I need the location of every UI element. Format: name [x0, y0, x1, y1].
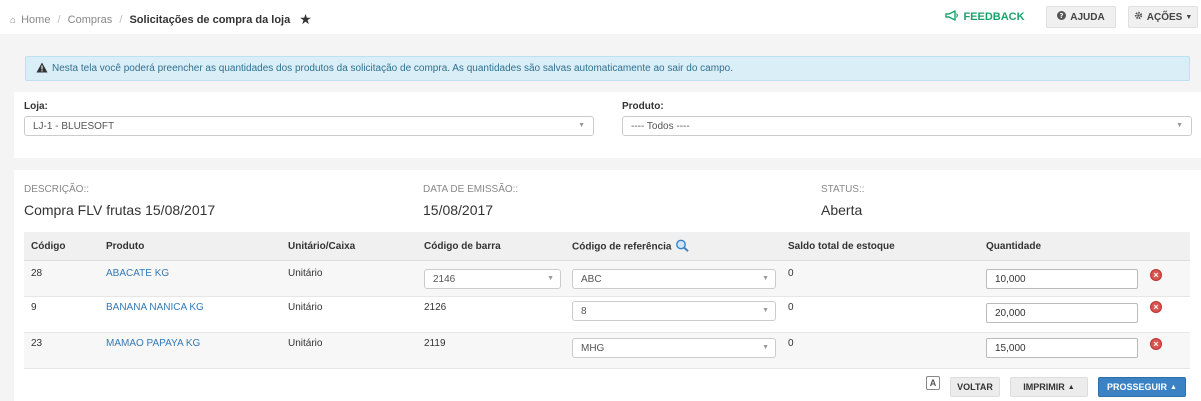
megaphone-icon [945, 10, 959, 24]
chevron-down-icon: ▼ [762, 307, 769, 314]
cell-produto-link[interactable]: BANANA NANICA KG [106, 302, 204, 313]
emissao-label: DATA DE EMISSÃO:: [423, 184, 519, 195]
header-codigo: Código [31, 241, 66, 252]
remove-circle-icon[interactable]: × [1150, 269, 1162, 281]
question-circle-icon: ? [1057, 11, 1067, 23]
actions-label: AÇÕES [1146, 11, 1183, 23]
chevron-down-icon: ▼ [578, 122, 585, 129]
cell-saldo: 0 [788, 338, 794, 349]
help-label: AJUDA [1070, 11, 1105, 23]
header-produto: Produto [106, 241, 145, 252]
cell-codigo: 23 [31, 338, 43, 349]
codigo-referencia-value: 8 [581, 305, 587, 317]
codigo-barra-select[interactable]: 2146 ▼ [424, 269, 561, 289]
prosseguir-dropdown-button[interactable]: PROSSEGUIR ▲ [1098, 377, 1186, 397]
codigo-barra-value: 2146 [433, 273, 456, 285]
loja-select[interactable]: LJ-1 - BLUESOFT ▼ [24, 116, 594, 136]
loja-select-value: LJ-1 - BLUESOFT [33, 120, 115, 132]
info-alert: Nesta tela você poderá preencher as quan… [25, 56, 1190, 81]
cell-saldo: 0 [788, 302, 794, 313]
prosseguir-label: PROSSEGUIR [1107, 382, 1168, 392]
codigo-referencia-select[interactable]: ABC ▼ [572, 269, 776, 289]
chevron-up-icon: ▲ [1170, 383, 1177, 391]
actions-dropdown-button[interactable]: AÇÕES ▼ [1128, 6, 1198, 28]
table-header: Código Produto Unitário/Caixa Código de … [24, 232, 1190, 261]
cell-produto-link[interactable]: ABACATE KG [106, 268, 169, 279]
cell-unitario: Unitário [288, 338, 323, 349]
chevron-up-icon: ▲ [1067, 383, 1075, 391]
codigo-referencia-value: MHG [581, 342, 605, 354]
cell-unitario: Unitário [288, 302, 323, 313]
header-codigo-barra: Código de barra [424, 241, 501, 252]
top-bar: ⌂ Home / Compras / Solicitações de compr… [0, 0, 1201, 34]
imprimir-dropdown-button[interactable]: IMPRIMIR ▲ [1010, 377, 1088, 397]
cell-codigo: 9 [31, 302, 37, 313]
produto-label: Produto: [622, 101, 664, 112]
quantidade-input[interactable]: 20,000 [986, 303, 1138, 323]
filters-panel: Loja: LJ-1 - BLUESOFT ▼ Produto: ---- To… [14, 92, 1201, 158]
table-row: 23 MAMAO PAPAYA KG Unitário 2119 MHG ▼ 0… [24, 333, 1190, 369]
chevron-down-icon: ▼ [762, 344, 769, 351]
cell-codigo-barra: 2126 [424, 302, 447, 313]
table-row: 28 ABACATE KG Unitário 2146 ▼ ABC ▼ 0 10… [24, 261, 1190, 297]
home-icon: ⌂ [10, 15, 17, 26]
svg-text:?: ? [1060, 12, 1064, 20]
breadcrumb-separator: / [57, 14, 61, 26]
descricao-value: Compra FLV frutas 15/08/2017 [24, 202, 216, 218]
codigo-referencia-select[interactable]: 8 ▼ [572, 301, 776, 321]
produto-select-value: ---- Todos ---- [631, 120, 690, 132]
alert-text: Nesta tela você poderá preencher as quan… [52, 63, 733, 74]
imprimir-label: IMPRIMIR [1023, 382, 1065, 392]
breadcrumb-separator: / [119, 14, 123, 26]
chevron-down-icon: ▼ [1185, 13, 1193, 21]
header-codigo-referencia: Código de referência [572, 239, 689, 255]
feedback-button[interactable]: FEEDBACK [940, 6, 1030, 28]
star-icon[interactable]: ★ [299, 11, 312, 27]
quantidade-input[interactable]: 15,000 [986, 338, 1138, 358]
table-row: 9 BANANA NANICA KG Unitário 2126 8 ▼ 0 2… [24, 297, 1190, 333]
bottom-action-bar: A VOLTAR IMPRIMIR ▲ PROSSEGUIR ▲ [0, 372, 1201, 401]
emissao-value: 15/08/2017 [423, 202, 494, 218]
gear-icon [1134, 11, 1143, 23]
status-value: Aberta [821, 202, 863, 218]
header-quantidade: Quantidade [986, 241, 1042, 252]
remove-circle-icon[interactable]: × [1150, 338, 1162, 350]
cell-produto-link[interactable]: MAMAO PAPAYA KG [106, 338, 200, 349]
codigo-referencia-select[interactable]: MHG ▼ [572, 338, 776, 358]
status-label: STATUS:: [821, 184, 865, 195]
codigo-referencia-value: ABC [581, 273, 602, 285]
cell-codigo-barra: 2119 [424, 338, 446, 349]
breadcrumb: ⌂ Home / Compras / Solicitações de compr… [10, 10, 312, 27]
descricao-label: DESCRIÇÃO:: [24, 184, 90, 195]
feedback-label: FEEDBACK [963, 11, 1025, 23]
font-size-toggle-button[interactable]: A [926, 376, 940, 390]
help-button[interactable]: ? AJUDA [1046, 6, 1116, 28]
magnifier-icon[interactable] [675, 239, 689, 255]
header-unitario: Unitário/Caixa [288, 241, 356, 252]
chevron-down-icon: ▼ [547, 275, 554, 282]
cell-codigo: 28 [31, 268, 43, 279]
chevron-down-icon: ▼ [762, 275, 769, 282]
loja-label: Loja: [24, 101, 48, 112]
cell-saldo: 0 [788, 268, 794, 279]
cell-unitario: Unitário [288, 268, 323, 279]
chevron-down-icon: ▼ [1176, 122, 1183, 129]
warning-icon [36, 61, 48, 76]
header-codigo-referencia-label: Código de referência [572, 241, 672, 253]
voltar-button[interactable]: VOLTAR [950, 377, 1000, 397]
page-title: Solicitações de compra da loja [129, 14, 291, 26]
produto-select[interactable]: ---- Todos ---- ▼ [622, 116, 1192, 136]
quantidade-input[interactable]: 10,000 [986, 269, 1138, 289]
breadcrumb-home[interactable]: Home [21, 14, 50, 26]
remove-circle-icon[interactable]: × [1150, 301, 1162, 313]
breadcrumb-compras[interactable]: Compras [68, 14, 113, 26]
header-saldo: Saldo total de estoque [788, 241, 895, 252]
